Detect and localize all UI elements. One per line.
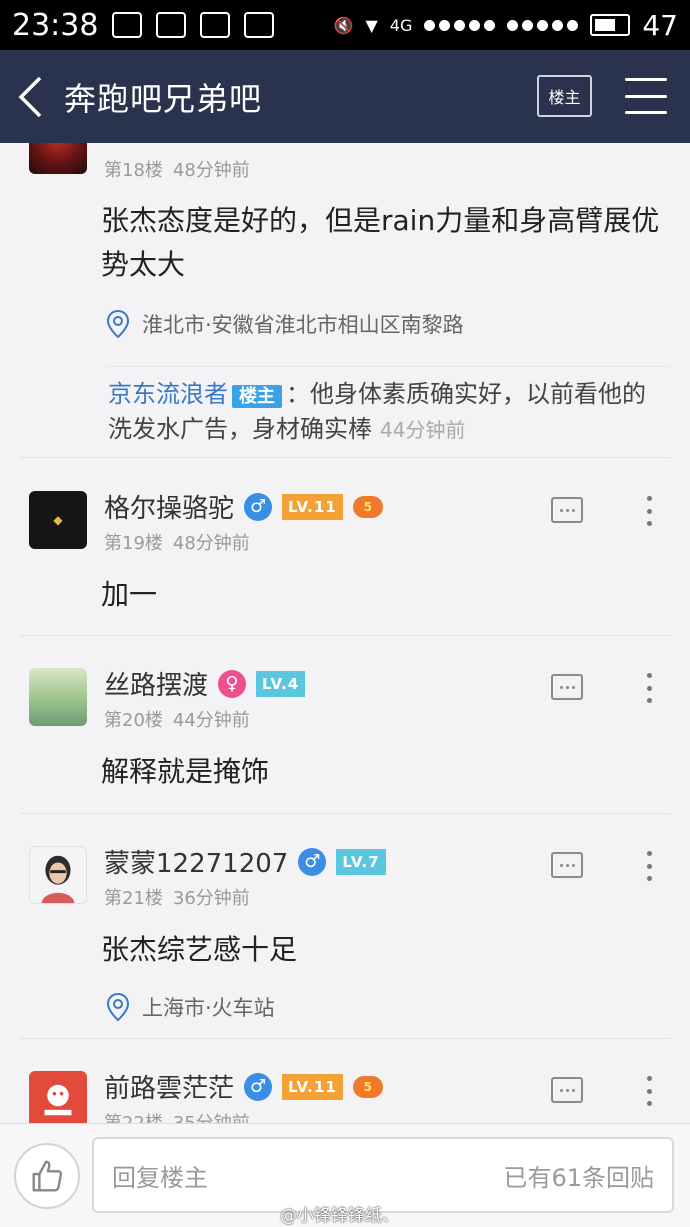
reply-count: 已有61条回贴 [503,1163,654,1192]
level-badge: LV.11 [282,493,343,520]
post-meta: 第22楼35分钟前 [104,1109,250,1123]
more-icon[interactable] [644,1076,654,1106]
username-row: 蒙蒙12271207 ♂ LV.7 [104,843,386,880]
more-icon[interactable] [644,496,654,526]
thumbs-up-icon [32,1160,63,1192]
comment-icon[interactable] [551,852,583,878]
post-list: 第18楼 48分钟前 张杰态度是好的，但是rain力量和身高臂展优势太大 淮北市·… [0,143,690,1123]
avatar[interactable] [29,668,87,726]
post-text: 解释就是掩饰 [101,755,270,788]
username[interactable]: 蒙蒙12271207 [104,843,288,880]
location: 淮北市·安徽省淮北市相山区南黎路 [106,309,464,339]
avatar[interactable] [29,846,87,904]
menu-icon[interactable] [625,78,667,114]
username-row: 格尔操骆驼 ♂ LV.11 5 [104,488,383,525]
avatar[interactable] [29,1071,87,1123]
location-pin-icon [106,309,130,339]
like-button[interactable] [14,1143,80,1209]
battery-level: 47 [642,8,678,42]
male-icon: ♂ [244,492,273,521]
mute-icon: 🔇 [333,15,354,35]
qq-icon [244,12,275,38]
location-pin-icon [106,992,130,1022]
male-icon: ♂ [244,1072,273,1101]
male-icon: ♂ [298,847,327,876]
divider [108,366,670,367]
post-meta: 第21楼 36分钟前 [104,888,250,909]
sub-reply[interactable]: 京东流浪者 楼主 ：他身体素质确实好，以前看他的洗发水广告，身材确实棒 44分钟前 [108,378,668,447]
post-text: 张杰综艺感十足 [101,933,298,966]
username-row: 丝路摆渡 ♀ LV.4 [104,665,306,702]
battery-icon [590,14,631,36]
comment-icon[interactable] [551,1077,583,1103]
username[interactable]: 丝路摆渡 [104,665,208,702]
comment-icon[interactable] [551,674,583,700]
more-icon[interactable] [644,673,654,703]
image-icon [200,12,231,38]
location: 上海市·火车站 [106,992,275,1022]
status-time: 23:38 [12,7,99,43]
post-meta: 第18楼 48分钟前 [104,160,250,181]
status-right: 🔇 ▼ 4G 47 [334,9,678,42]
reply-placeholder: 回复楼主 [112,1163,208,1192]
network-type: 4G [389,15,413,35]
level-badge: LV.7 [336,848,386,875]
only-op-button[interactable]: 楼主 [537,75,592,117]
level-badge: LV.4 [256,670,306,697]
chevron-left-icon [18,76,42,117]
list-item: 丝路摆渡 ♀ LV.4 第20楼 44分钟前 解释就是掩饰 [0,635,690,813]
post-text: 张杰态度是好的，但是rain力量和身高臂展优势太大 [101,204,660,281]
back-button[interactable] [0,50,60,143]
op-badge: 楼主 [232,385,282,408]
signal-icon [424,19,496,31]
list-item: ◆ 格尔操骆驼 ♂ LV.11 5 第19楼 48分钟前 加一 [0,458,690,635]
username-row: 前路雲茫茫 ♂ LV.11 5 [104,1068,383,1105]
username[interactable]: 前路雲茫茫 [104,1068,234,1105]
more-icon[interactable] [644,851,654,881]
avatar[interactable] [29,143,87,174]
post-meta: 第20楼 44分钟前 [104,710,250,731]
post-meta: 第19楼 48分钟前 [104,533,250,554]
page-title: 奔跑吧兄弟吧 [64,79,263,118]
level-badge: LV.11 [282,1073,343,1100]
list-item: 前路雲茫茫 ♂ LV.11 5 第22楼35分钟前 [0,1038,690,1123]
gamepad-icon: 5 [352,1075,383,1098]
status-bar: 23:38 🔇 ▼ 4G 47 [0,0,690,50]
list-item: 蒙蒙12271207 ♂ LV.7 第21楼 36分钟前 张杰综艺感十足 上海市·… [0,813,690,1038]
weibo-icon [112,12,143,38]
post-text: 加一 [101,578,158,611]
nav-bar: 奔跑吧兄弟吧 楼主 [0,50,690,143]
watermark: @小锋锋锋纸、 [280,1206,399,1226]
list-item: 第18楼 48分钟前 张杰态度是好的，但是rain力量和身高臂展优势太大 淮北市·… [0,143,690,458]
mail-icon [156,12,187,38]
notification-icons [112,12,275,38]
female-icon: ♀ [218,669,247,698]
signal2-icon [507,19,579,31]
comment-icon[interactable] [551,497,583,523]
wifi-icon: ▼ [365,15,378,35]
avatar[interactable]: ◆ [29,491,87,549]
gamepad-icon: 5 [352,495,383,518]
username[interactable]: 格尔操骆驼 [104,488,234,525]
